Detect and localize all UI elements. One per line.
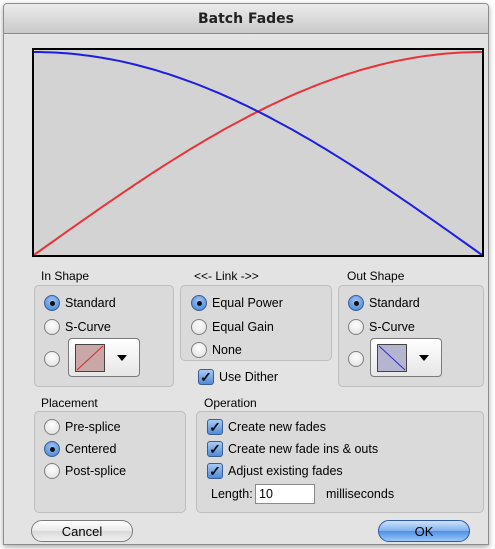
placement-centered-label: Centered xyxy=(65,442,117,456)
create-new-fade-ins-outs-label: Create new fade ins & outs xyxy=(228,442,379,456)
placement-post-splice-label: Post-splice xyxy=(65,464,127,478)
link-none-radio[interactable] xyxy=(191,342,207,358)
in-shape-standard-radio[interactable] xyxy=(44,295,60,311)
batch-fades-dialog: Batch Fades In Shape Standard S-Curve <<… xyxy=(3,3,489,545)
placement-pre-splice-radio[interactable] xyxy=(44,419,60,435)
in-shape-s-curve-label: S-Curve xyxy=(65,320,111,334)
adjust-existing-fades-label: Adjust existing fades xyxy=(228,464,343,478)
link-label: <<- Link ->> xyxy=(194,269,259,283)
use-dither-label: Use Dither xyxy=(219,370,279,384)
adjust-existing-fades-checkbox[interactable]: ✓ xyxy=(207,463,223,479)
adjust-existing-fades-option[interactable]: ✓ Adjust existing fades xyxy=(207,463,343,479)
chevron-down-icon xyxy=(117,355,127,361)
length-unit-label: milliseconds xyxy=(326,487,395,501)
use-dither-checkbox[interactable]: ✓ xyxy=(198,369,214,385)
out-shape-custom-radio[interactable] xyxy=(348,351,364,367)
window-title: Batch Fades xyxy=(4,4,488,34)
in-shape-label: In Shape xyxy=(41,269,90,283)
out-shape-custom-popup[interactable] xyxy=(370,338,442,377)
fade-curve-graph xyxy=(32,48,484,257)
use-dither-option[interactable]: ✓ Use Dither xyxy=(198,369,278,385)
cancel-button[interactable]: Cancel xyxy=(31,520,133,542)
in-shape-s-curve-option[interactable]: S-Curve xyxy=(44,319,111,335)
create-new-fade-ins-outs-checkbox[interactable]: ✓ xyxy=(207,441,223,457)
fade-out-curve xyxy=(34,51,482,255)
link-equal-gain-radio[interactable] xyxy=(191,319,207,335)
length-input[interactable] xyxy=(255,484,315,504)
link-equal-gain-label: Equal Gain xyxy=(212,320,274,334)
placement-pre-splice-label: Pre-splice xyxy=(65,420,121,434)
create-new-fades-checkbox[interactable]: ✓ xyxy=(207,419,223,435)
fade-in-curve xyxy=(34,51,482,255)
out-shape-standard-radio[interactable] xyxy=(348,295,364,311)
link-equal-gain-option[interactable]: Equal Gain xyxy=(191,319,274,335)
in-shape-standard-label: Standard xyxy=(65,296,116,310)
out-shape-s-curve-label: S-Curve xyxy=(369,320,415,334)
out-shape-preview-icon xyxy=(377,344,407,372)
fade-curves xyxy=(34,51,482,255)
out-shape-standard-option[interactable]: Standard xyxy=(348,295,420,311)
placement-post-splice-radio[interactable] xyxy=(44,463,60,479)
placement-centered-radio[interactable] xyxy=(44,441,60,457)
placement-pre-splice-option[interactable]: Pre-splice xyxy=(44,419,121,435)
link-equal-power-option[interactable]: Equal Power xyxy=(191,295,283,311)
ok-button[interactable]: OK xyxy=(378,520,470,542)
out-shape-s-curve-option[interactable]: S-Curve xyxy=(348,319,415,335)
out-shape-custom-option[interactable] xyxy=(348,351,364,367)
create-new-fade-ins-outs-option[interactable]: ✓ Create new fade ins & outs xyxy=(207,441,378,457)
dialog-content: In Shape Standard S-Curve <<- Link ->> E… xyxy=(4,35,488,544)
link-none-option[interactable]: None xyxy=(191,342,242,358)
placement-post-splice-option[interactable]: Post-splice xyxy=(44,463,126,479)
create-new-fades-option[interactable]: ✓ Create new fades xyxy=(207,419,326,435)
in-shape-custom-radio[interactable] xyxy=(44,351,60,367)
out-shape-s-curve-radio[interactable] xyxy=(348,319,364,335)
placement-centered-option[interactable]: Centered xyxy=(44,441,116,457)
out-shape-standard-label: Standard xyxy=(369,296,420,310)
in-shape-preview-icon xyxy=(75,344,105,372)
in-shape-standard-option[interactable]: Standard xyxy=(44,295,116,311)
in-shape-s-curve-radio[interactable] xyxy=(44,319,60,335)
length-label: Length: xyxy=(211,487,253,501)
chevron-down-icon xyxy=(419,355,429,361)
in-shape-custom-option[interactable] xyxy=(44,351,60,367)
placement-label: Placement xyxy=(41,396,98,410)
link-none-label: None xyxy=(212,343,242,357)
create-new-fades-label: Create new fades xyxy=(228,420,326,434)
link-equal-power-label: Equal Power xyxy=(212,296,283,310)
operation-label: Operation xyxy=(204,396,257,410)
link-equal-power-radio[interactable] xyxy=(191,295,207,311)
out-shape-label: Out Shape xyxy=(347,269,405,283)
in-shape-custom-popup[interactable] xyxy=(68,338,140,377)
